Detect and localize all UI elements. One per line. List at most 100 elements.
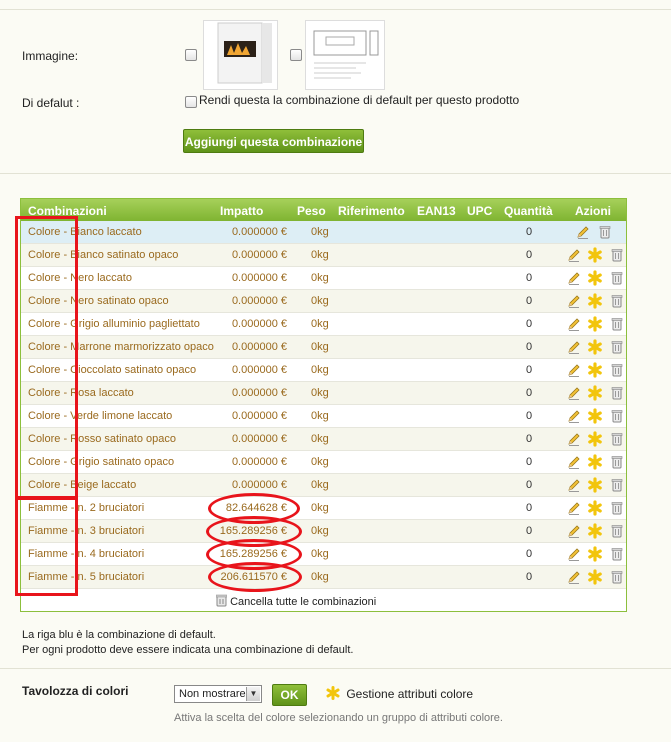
pencil-icon[interactable]: [566, 270, 582, 286]
quantity-value: 0: [526, 295, 533, 307]
asterisk-star-icon[interactable]: [587, 385, 603, 401]
image-1-checkbox[interactable]: [185, 49, 197, 61]
impact-value: 0.000000 €: [231, 295, 287, 307]
weight-value: 0kg: [311, 479, 329, 491]
table-row: Colore - Grigio alluminio pagliettato 0.0…: [21, 313, 626, 336]
image-2-thumbnail: [305, 20, 385, 90]
trash-icon[interactable]: [609, 500, 625, 516]
quantity-value: 0: [526, 456, 533, 468]
weight-value: 0kg: [311, 249, 329, 261]
weight-value: 0kg: [311, 410, 329, 422]
weight-value: 0kg: [311, 525, 329, 537]
asterisk-star-icon[interactable]: [587, 431, 603, 447]
palette-select[interactable]: Non mostrare ▼: [174, 685, 262, 703]
impact-value: 0.000000 €: [231, 364, 287, 376]
trash-icon[interactable]: [609, 247, 625, 263]
add-combination-button[interactable]: Aggiungi questa combinazione: [183, 129, 364, 153]
pencil-icon[interactable]: [566, 546, 582, 562]
annotation-rect-colore: [15, 216, 78, 500]
palette-label: Tavolozza di colori: [22, 684, 129, 698]
impact-value: 0.000000 €: [231, 456, 287, 468]
table-row: Colore - Rosa laccato 0.000000 €0kg 0: [21, 382, 626, 405]
asterisk-star-icon[interactable]: [587, 293, 603, 309]
weight-value: 0kg: [311, 318, 329, 330]
table-row: Colore - Verde limone laccato 0.000000 €0…: [21, 405, 626, 428]
col-quantita: Quantità: [504, 204, 553, 218]
manage-color-attributes-label: Gestione attributi colore: [346, 687, 474, 701]
trash-icon[interactable]: [609, 362, 625, 378]
trash-icon[interactable]: [609, 339, 625, 355]
trash-icon[interactable]: [609, 270, 625, 286]
asterisk-star-icon[interactable]: [587, 454, 603, 470]
weight-value: 0kg: [311, 226, 329, 238]
trash-icon[interactable]: [609, 431, 625, 447]
trash-icon[interactable]: [609, 408, 625, 424]
pencil-icon[interactable]: [566, 454, 582, 470]
pencil-icon[interactable]: [566, 385, 582, 401]
asterisk-star-icon[interactable]: [587, 569, 603, 585]
default-checkbox-text: Rendi questa la combinazione di default …: [199, 93, 520, 107]
pencil-icon[interactable]: [566, 569, 582, 585]
pencil-icon[interactable]: [566, 316, 582, 332]
trash-icon[interactable]: [609, 293, 625, 309]
table-row: Colore - Cioccolato satinato opaco 0.0000…: [21, 359, 626, 382]
ok-button[interactable]: OK: [272, 684, 307, 706]
asterisk-star-icon[interactable]: [587, 477, 603, 493]
asterisk-star-icon[interactable]: [587, 523, 603, 539]
asterisk-star-icon[interactable]: [587, 247, 603, 263]
table-row: Colore - Grigio satinato opaco 0.000000 €…: [21, 451, 626, 474]
trash-icon[interactable]: [609, 546, 625, 562]
pencil-icon[interactable]: [566, 247, 582, 263]
palette-divider: [0, 668, 671, 669]
asterisk-star-icon[interactable]: [587, 339, 603, 355]
pencil-icon[interactable]: [566, 362, 582, 378]
annotation-rect-fiamme: [15, 496, 78, 596]
asterisk-star-icon[interactable]: [587, 500, 603, 516]
pencil-icon[interactable]: [566, 523, 582, 539]
trash-icon[interactable]: [609, 454, 625, 470]
pencil-icon[interactable]: [566, 408, 582, 424]
asterisk-star-icon: [326, 686, 340, 700]
asterisk-star-icon[interactable]: [587, 362, 603, 378]
default-checkbox[interactable]: [185, 96, 197, 108]
delete-all-label: Cancella tutte le combinazioni: [230, 596, 377, 608]
quantity-value: 0: [526, 479, 533, 491]
trash-icon[interactable]: [609, 569, 625, 585]
table-row: Colore - Nero laccato 0.000000 €0kg 0: [21, 267, 626, 290]
manage-color-attributes-link[interactable]: Gestione attributi colore: [326, 686, 473, 701]
pencil-icon[interactable]: [566, 500, 582, 516]
asterisk-star-icon[interactable]: [587, 270, 603, 286]
pencil-icon[interactable]: [566, 477, 582, 493]
annotation-oval-4: [208, 562, 302, 592]
trash-icon[interactable]: [609, 385, 625, 401]
pencil-icon[interactable]: [566, 293, 582, 309]
impact-value: 0.000000 €: [231, 226, 287, 238]
col-ean13: EAN13: [417, 204, 456, 218]
trash-icon[interactable]: [597, 224, 613, 240]
pencil-icon[interactable]: [575, 224, 591, 240]
note-line-2: Per ogni prodotto deve essere indicata u…: [22, 644, 354, 656]
trash-icon: [215, 594, 228, 607]
weight-value: 0kg: [311, 295, 329, 307]
table-row: Fiamme - n. 4 bruciatori 165.289256 €0kg 0: [21, 543, 626, 566]
palette-help: Attiva la scelta del colore selezionando…: [174, 712, 503, 724]
image-2-checkbox[interactable]: [290, 49, 302, 61]
quantity-value: 0: [526, 433, 533, 445]
pencil-icon[interactable]: [566, 431, 582, 447]
weight-value: 0kg: [311, 387, 329, 399]
table-row: Fiamme - n. 2 bruciatori 82.644628 €0kg 0: [21, 497, 626, 520]
delete-all-link[interactable]: Cancella tutte le combinazioni: [215, 594, 377, 608]
asterisk-star-icon[interactable]: [587, 546, 603, 562]
trash-icon[interactable]: [609, 523, 625, 539]
pencil-icon[interactable]: [566, 339, 582, 355]
col-impatto: Impatto: [220, 204, 264, 218]
trash-icon[interactable]: [609, 477, 625, 493]
asterisk-star-icon[interactable]: [587, 408, 603, 424]
impact-value: 0.000000 €: [231, 249, 287, 261]
asterisk-star-icon[interactable]: [587, 316, 603, 332]
table-row: Colore - Rosso satinato opaco 0.000000 €0…: [21, 428, 626, 451]
image-1-thumbnail: [203, 20, 278, 90]
table-row: Colore - Bianco laccato 0.000000 €0kg 0: [21, 221, 626, 244]
trash-icon[interactable]: [609, 316, 625, 332]
section-divider: [0, 173, 671, 174]
